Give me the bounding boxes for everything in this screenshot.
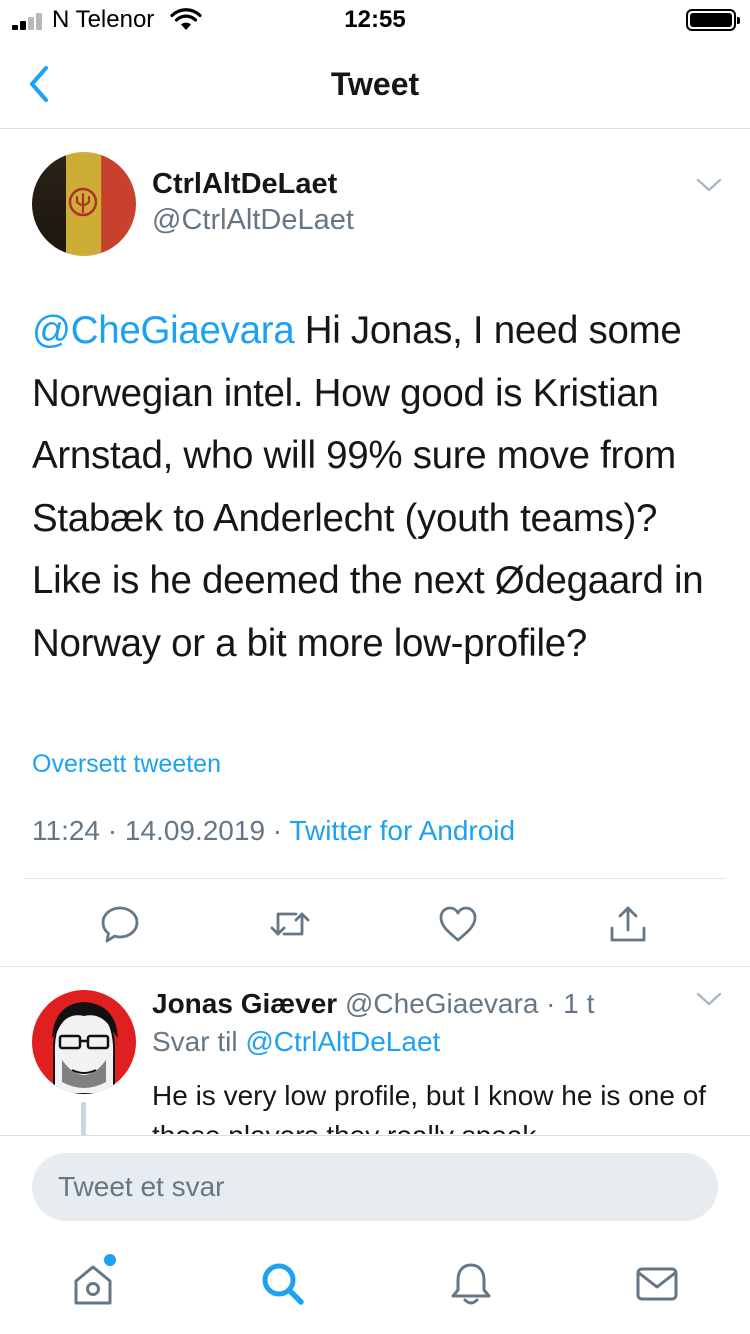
share-icon[interactable] (606, 902, 650, 946)
status-time: 12:55 (344, 6, 406, 33)
navigation-bar: Tweet (0, 40, 750, 129)
author-name[interactable]: CtrlAltDeLaet (152, 168, 337, 201)
reply-compose-input[interactable] (32, 1153, 718, 1221)
tweet-body: Hi Jonas, I need some Norwegian intel. H… (32, 309, 704, 665)
author-avatar[interactable] (32, 152, 136, 256)
reply-header: Jonas Giæver @CheGiaevara · 1 t (152, 988, 594, 1020)
reply-icon[interactable] (98, 902, 142, 946)
battery-icon (686, 9, 740, 31)
tab-bar (0, 1235, 750, 1334)
chevron-down-icon[interactable] (696, 990, 722, 1008)
translate-tweet-link[interactable]: Oversett tweeten (32, 750, 221, 779)
reply-to-label: Svar til (152, 1026, 238, 1057)
compose-area (0, 1135, 750, 1235)
reply-text: He is very low profile, but I know he is… (152, 1080, 707, 1134)
divider (24, 878, 726, 879)
reply-author-name[interactable]: Jonas Giæver (152, 988, 337, 1019)
chevron-down-icon[interactable] (696, 176, 722, 194)
divider (0, 966, 750, 967)
tweet-mention-link[interactable]: @CheGiaevara (32, 309, 295, 352)
page-title: Tweet (330, 66, 420, 102)
search-icon[interactable] (258, 1259, 308, 1309)
reply-author-handle[interactable]: @CheGiaevara (345, 988, 538, 1019)
tweet-time: 11:24 (32, 815, 100, 846)
like-icon[interactable] (436, 902, 480, 946)
home-notification-dot (104, 1254, 116, 1266)
reply-to-handle-link[interactable]: @CtrlAltDeLaet (245, 1026, 440, 1057)
tweet-text: @CheGiaevara Hi Jonas, I need some Norwe… (32, 300, 732, 675)
retweet-icon[interactable] (268, 902, 312, 946)
tweet-source-link[interactable]: Twitter for Android (289, 815, 515, 846)
status-bar: N Telenor 12:55 (0, 0, 750, 40)
tweet-meta: 11:24 · 14.09.2019 · Twitter for Android (32, 815, 516, 846)
reply-author-avatar[interactable] (32, 990, 136, 1094)
messages-icon[interactable] (632, 1259, 682, 1309)
notifications-icon[interactable] (446, 1259, 496, 1309)
author-handle[interactable]: @CtrlAltDeLaet (152, 204, 354, 237)
tweet-date: 14.09.2019 (124, 815, 266, 846)
home-icon[interactable] (68, 1259, 118, 1309)
reply-age: · 1 t (546, 988, 595, 1019)
reply-to-line: Svar til @CtrlAltDeLaet (152, 1026, 440, 1058)
tweet-action-bar (0, 880, 750, 966)
